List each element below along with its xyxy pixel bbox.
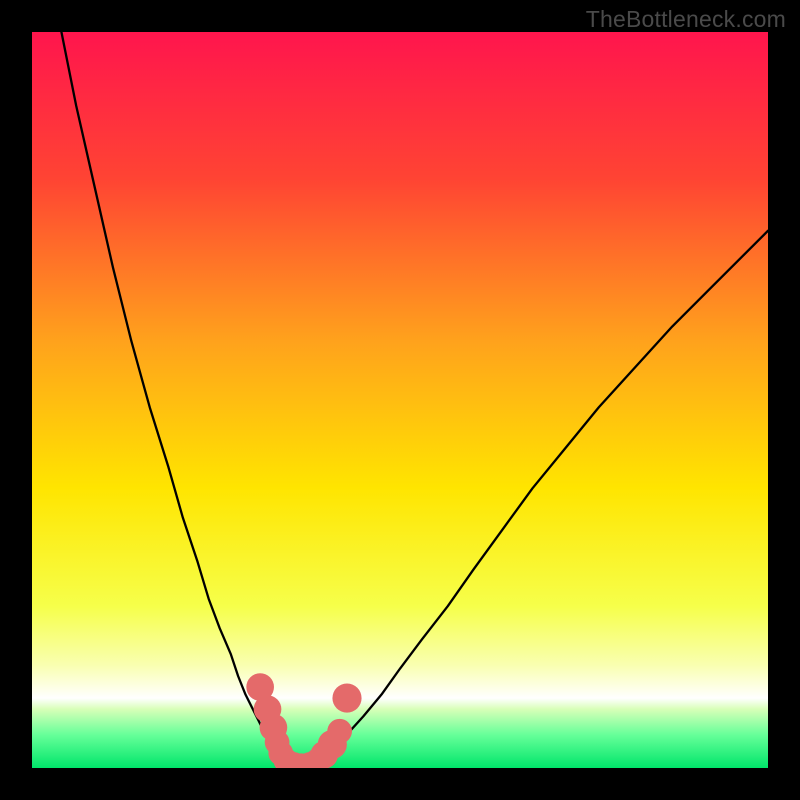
chart-stage: TheBottleneck.com — [0, 0, 800, 800]
watermark-text: TheBottleneck.com — [586, 6, 786, 33]
gradient-background — [32, 32, 768, 768]
plot-area — [32, 32, 768, 768]
marker-point — [332, 684, 361, 713]
marker-point — [327, 719, 352, 744]
chart-svg — [32, 32, 768, 768]
